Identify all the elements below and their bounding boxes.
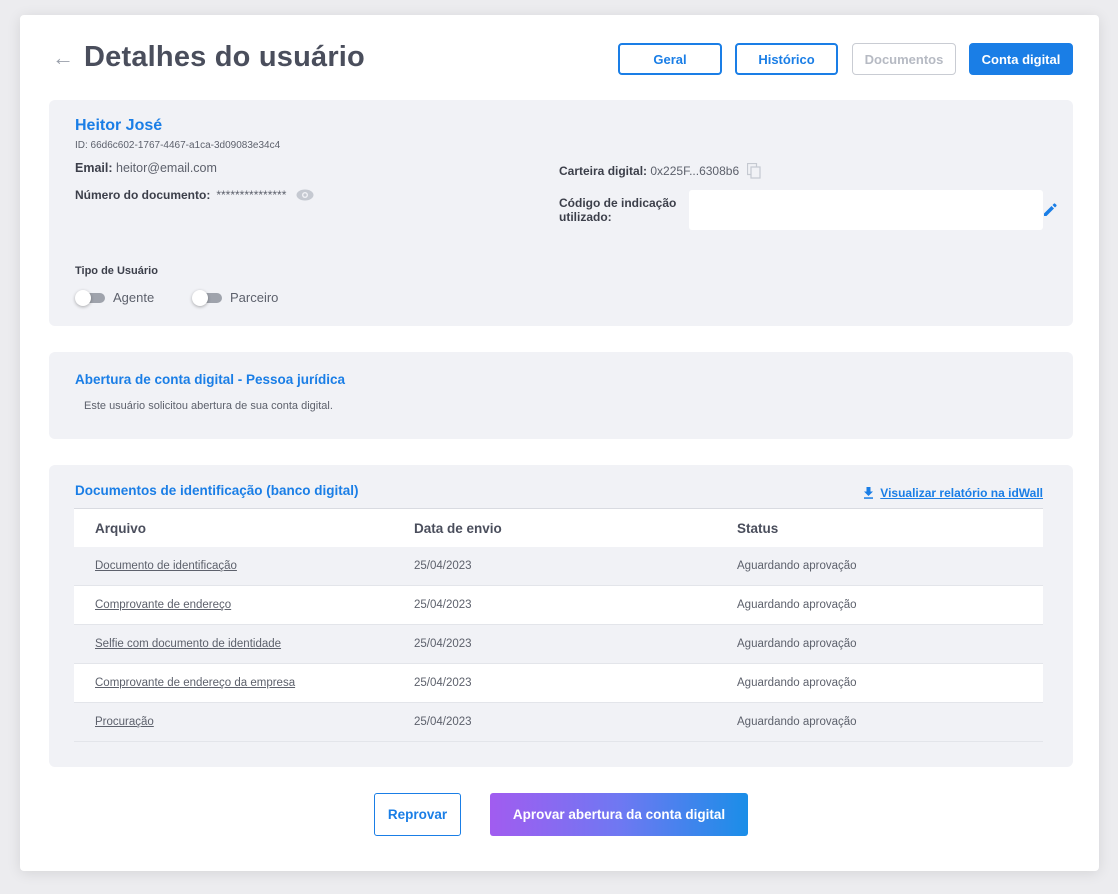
account-opening-section: Abertura de conta digital - Pessoa juríd… bbox=[49, 352, 1073, 439]
email-row: Email: heitor@email.com bbox=[75, 161, 217, 175]
document-date: 25/04/2023 bbox=[414, 716, 472, 728]
table-row: Comprovante de endereço 25/04/2023 Aguar… bbox=[74, 586, 1043, 625]
table-row: Selfie com documento de identidade 25/04… bbox=[74, 625, 1043, 664]
column-header-status: Status bbox=[737, 520, 779, 536]
toggle-parceiro-label: Parceiro bbox=[230, 290, 279, 305]
document-number-label: Número do documento: bbox=[75, 188, 211, 202]
wallet-value: 0x225F...6308b6 bbox=[650, 164, 740, 178]
pencil-icon[interactable] bbox=[1042, 202, 1058, 218]
download-icon bbox=[864, 487, 874, 499]
user-details-card: ← Detalhes do usuário Geral Histórico Do… bbox=[20, 15, 1099, 871]
tab-conta-digital[interactable]: Conta digital bbox=[969, 43, 1073, 75]
documents-table: Arquivo Data de envio Status Documento d… bbox=[74, 508, 1043, 742]
document-date: 25/04/2023 bbox=[414, 638, 472, 650]
document-date: 25/04/2023 bbox=[414, 677, 472, 689]
email-value: heitor@email.com bbox=[116, 161, 217, 175]
toggle-agente-label: Agente bbox=[113, 290, 155, 305]
column-header-data: Data de envio bbox=[414, 520, 502, 536]
email-label: Email: bbox=[75, 161, 113, 175]
document-file-link[interactable]: Selfie com documento de identidade bbox=[74, 638, 393, 650]
documents-title: Documentos de identificação (banco digit… bbox=[75, 483, 359, 498]
referral-code-input[interactable] bbox=[689, 190, 1043, 230]
user-name: Heitor José bbox=[75, 117, 163, 134]
approve-account-button[interactable]: Aprovar abertura da conta digital bbox=[490, 793, 748, 836]
toggle-switch[interactable] bbox=[192, 289, 222, 306]
document-date: 25/04/2023 bbox=[414, 599, 472, 611]
user-info-section: Heitor José ID: 66d6c602-1767-4467-a1ca-… bbox=[49, 100, 1073, 326]
table-row: Procuração 25/04/2023 Aguardando aprovaç… bbox=[74, 703, 1043, 742]
document-file-link[interactable]: Comprovante de endereço bbox=[74, 599, 393, 611]
toggle-parceiro[interactable]: Parceiro bbox=[192, 289, 279, 306]
document-status: Aguardando aprovação bbox=[737, 560, 857, 572]
document-status: Aguardando aprovação bbox=[737, 677, 857, 689]
account-opening-text: Este usuário solicitou abertura de sua c… bbox=[84, 400, 333, 412]
column-header-arquivo: Arquivo bbox=[95, 520, 147, 536]
table-row: Documento de identificação 25/04/2023 Ag… bbox=[74, 547, 1043, 586]
document-file-link[interactable]: Documento de identificação bbox=[74, 560, 393, 572]
documents-section: Documentos de identificação (banco digit… bbox=[49, 465, 1073, 767]
wallet-label: Carteira digital: bbox=[559, 164, 648, 178]
tab-documentos[interactable]: Documentos bbox=[852, 43, 956, 75]
document-date: 25/04/2023 bbox=[414, 560, 472, 572]
document-status: Aguardando aprovação bbox=[737, 716, 857, 728]
idwall-report-label: Visualizar relatório na idWall bbox=[880, 486, 1043, 500]
eye-icon[interactable] bbox=[296, 189, 314, 201]
copy-icon[interactable] bbox=[747, 163, 761, 179]
tab-geral[interactable]: Geral bbox=[618, 43, 722, 75]
reject-button[interactable]: Reprovar bbox=[374, 793, 461, 836]
idwall-report-link[interactable]: Visualizar relatório na idWall bbox=[863, 486, 1043, 500]
toggle-switch[interactable] bbox=[75, 289, 105, 306]
document-status: Aguardando aprovação bbox=[737, 599, 857, 611]
wallet-row: Carteira digital: 0x225F...6308b6 bbox=[559, 163, 761, 179]
user-id: ID: 66d6c602-1767-4467-a1ca-3d09083e34c4 bbox=[75, 140, 281, 151]
page-title: Detalhes do usuário bbox=[84, 41, 365, 73]
document-file-link[interactable]: Procuração bbox=[74, 716, 393, 728]
back-arrow-icon[interactable]: ← bbox=[52, 45, 74, 71]
document-number-value: *************** bbox=[216, 188, 287, 202]
document-status: Aguardando aprovação bbox=[737, 638, 857, 650]
document-file-link[interactable]: Comprovante de endereço da empresa bbox=[74, 677, 393, 689]
document-number-row: Número do documento: *************** bbox=[75, 188, 314, 202]
tab-historico[interactable]: Histórico bbox=[735, 43, 838, 75]
toggle-agente[interactable]: Agente bbox=[75, 289, 155, 306]
referral-code-label: Código de indicação utilizado: bbox=[559, 196, 677, 224]
account-opening-title: Abertura de conta digital - Pessoa juríd… bbox=[75, 372, 346, 387]
table-row: Comprovante de endereço da empresa 25/04… bbox=[74, 664, 1043, 703]
table-header: Arquivo Data de envio Status bbox=[74, 509, 1043, 547]
user-type-label: Tipo de Usuário bbox=[75, 265, 158, 277]
